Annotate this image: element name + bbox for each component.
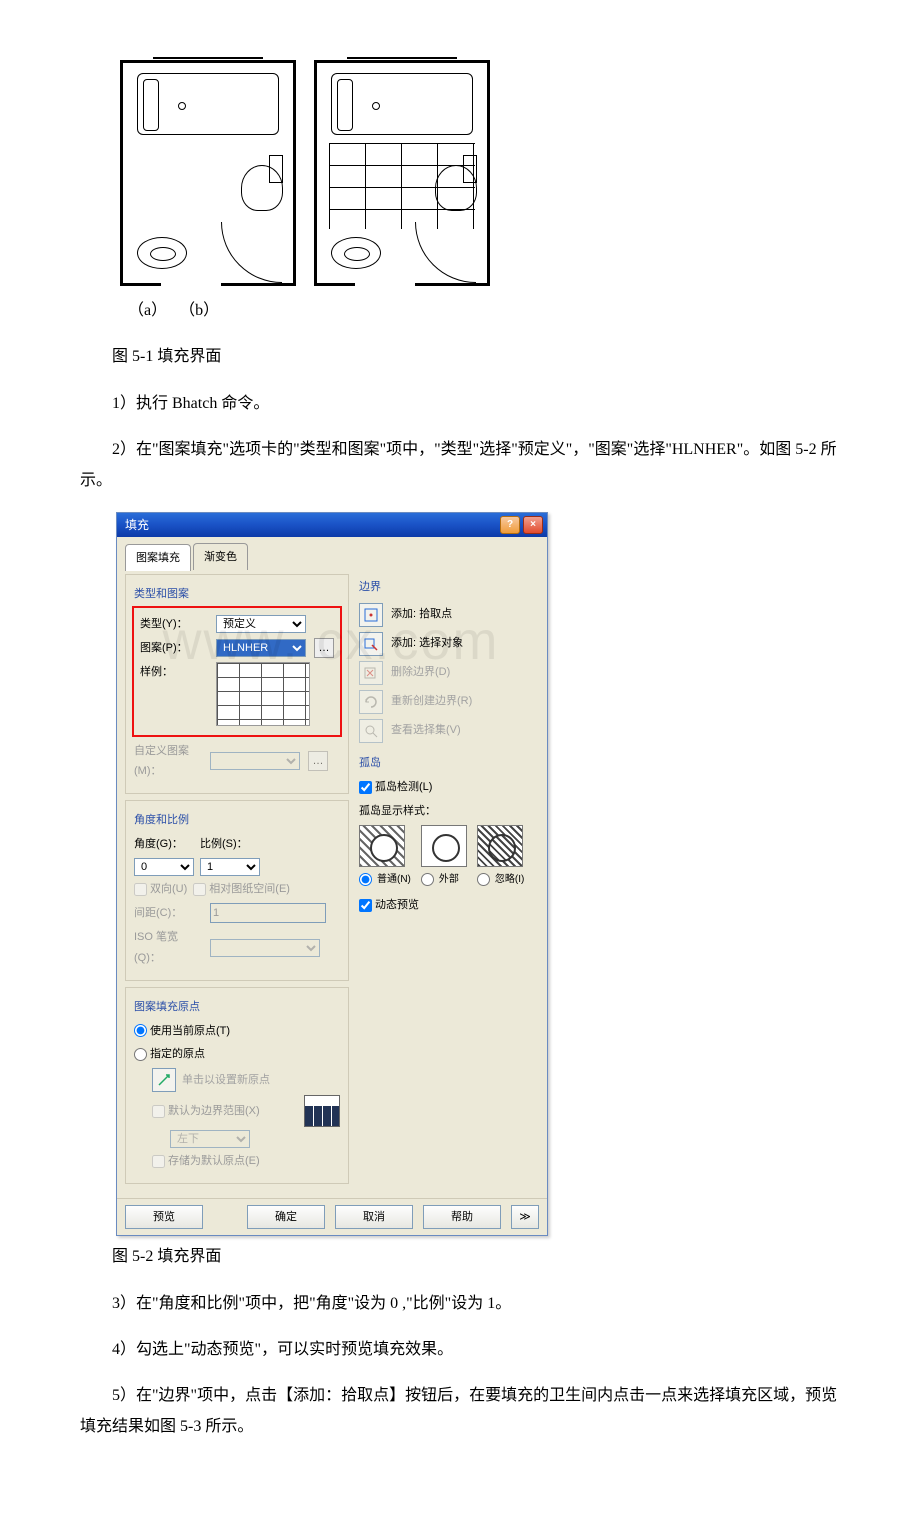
add-pickpoint-button[interactable] [359, 603, 383, 627]
add-select-button[interactable] [359, 632, 383, 656]
add-pickpoint-label: 添加: 拾取点 [391, 604, 452, 625]
dynamic-preview-checkbox[interactable]: 动态预览 [359, 895, 419, 916]
pattern-sample-swatch[interactable] [216, 662, 310, 726]
set-origin-label: 单击以设置新原点 [182, 1070, 270, 1091]
dynamic-preview-input[interactable] [359, 899, 372, 912]
paperspace-check-input [193, 883, 206, 896]
highlight-red-box: 类型(Y)： 预定义 图案(P)： HLNHER … [132, 606, 342, 737]
store-origin-input [152, 1155, 165, 1168]
step-1: 1）执行 Bhatch 命令。 [80, 389, 840, 419]
custom-pattern-select [210, 752, 300, 770]
boundary-title: 边界 [359, 577, 539, 598]
figure-5-1-images [120, 60, 840, 286]
remove-boundary-button [359, 661, 383, 685]
iso-width-select [210, 939, 320, 957]
pattern-label: 图案(P)： [140, 638, 210, 659]
floorplan-a [120, 60, 296, 286]
group-type-title: 类型和图案 [134, 584, 340, 605]
group-hatch-origin: 图案填充原点 使用当前原点(T) 指定的原点 [125, 987, 349, 1185]
group-angle-title: 角度和比例 [134, 810, 340, 831]
view-selection-label: 查看选择集(V) [391, 720, 461, 741]
recreate-boundary-button [359, 690, 383, 714]
type-select[interactable]: 预定义 [216, 615, 306, 633]
angle-label: 角度(G)： [134, 834, 194, 855]
custom-browse-button: … [308, 751, 328, 771]
help-window-button[interactable]: ? [500, 516, 520, 534]
group-origin-title: 图案填充原点 [134, 997, 340, 1018]
tab-gradient[interactable]: 渐变色 [193, 543, 248, 570]
group-angle-scale: 角度和比例 角度(G)： 比例(S)： 0 1 [125, 800, 349, 980]
step-3: 3）在"角度和比例"项中，把"角度"设为 0 ,"比例"设为 1。 [80, 1289, 840, 1319]
island-ignore-option[interactable]: 忽略(I) [477, 825, 524, 889]
step-2: 2）在"图案填充"选项卡的"类型和图案"项中，"类型"选择"预定义"，"图案"选… [80, 435, 840, 496]
caption-5-1: 图 5-1 填充界面 [80, 342, 840, 372]
island-normal-option[interactable]: 普通(N) [359, 825, 411, 889]
left-column: 类型和图案 类型(Y)： 预定义 图案(P)： [125, 574, 349, 1190]
label-a: （a） [128, 302, 167, 319]
add-select-label: 添加: 选择对象 [391, 633, 463, 654]
hatch-dialog: 填充 ? × 图案填充 渐变色 类型和图案 类型(Y)： [116, 512, 548, 1236]
default-extent-input [152, 1105, 165, 1118]
help-button[interactable]: 帮助 [423, 1205, 501, 1229]
island-detect-input[interactable] [359, 781, 372, 794]
close-window-button[interactable]: × [523, 516, 543, 534]
double-check-input [134, 883, 147, 896]
island-ignore-radio[interactable] [477, 873, 490, 886]
origin-current-radio[interactable]: 使用当前原点(T) [134, 1021, 230, 1042]
recreate-boundary-label: 重新创建边界(R) [391, 691, 472, 712]
dialog-figure-wrap: www. cx.com 填充 ? × 图案填充 渐变色 类型和图案 [116, 512, 546, 1236]
step-4: 4）勾选上"动态预览"，可以实时预览填充效果。 [80, 1335, 840, 1365]
step-5: 5）在"边界"项中，点击【添加：拾取点】按钮后，在要填充的卫生间内点击一点来选择… [80, 1381, 840, 1442]
cancel-button[interactable]: 取消 [335, 1205, 413, 1229]
set-origin-icon-button[interactable] [152, 1068, 176, 1092]
scale-label: 比例(S)： [200, 834, 260, 855]
paperspace-checkbox: 相对图纸空间(E) [193, 879, 290, 900]
default-extent-checkbox: 默认为边界范围(X) [152, 1101, 260, 1122]
scale-select[interactable]: 1 [200, 858, 260, 876]
group-type-pattern: 类型和图案 类型(Y)： 预定义 图案(P)： [125, 574, 349, 794]
dialog-title: 填充 [125, 514, 149, 537]
spacing-label: 间距(C)： [134, 903, 204, 924]
dialog-body: 图案填充 渐变色 类型和图案 类型(Y)： 预定义 [117, 537, 547, 1198]
dialog-button-row: 预览 确定 取消 帮助 ≫ [117, 1198, 547, 1235]
more-options-button[interactable]: ≫ [511, 1205, 539, 1229]
dialog-tabs: 图案填充 渐变色 [125, 543, 539, 570]
angle-select[interactable]: 0 [134, 858, 194, 876]
floorplan-b [314, 60, 490, 286]
preview-button[interactable]: 预览 [125, 1205, 203, 1229]
dialog-titlebar: 填充 ? × [117, 513, 547, 537]
custom-pattern-label: 自定义图案(M)： [134, 741, 204, 783]
pattern-browse-button[interactable]: … [314, 638, 334, 658]
island-title: 孤岛 [359, 753, 539, 774]
origin-current-input[interactable] [134, 1024, 147, 1037]
figure-a-b-labels: （a） （b） [80, 296, 840, 326]
island-outer-radio[interactable] [421, 873, 434, 886]
sample-label: 样例： [140, 662, 210, 683]
origin-swatch-icon [304, 1095, 340, 1127]
caption-5-2: 图 5-2 填充界面 [80, 1242, 840, 1272]
island-detect-checkbox[interactable]: 孤岛检测(L) [359, 777, 432, 798]
label-b: （b） [179, 302, 219, 319]
origin-specified-input[interactable] [134, 1048, 147, 1061]
island-style-label: 孤岛显示样式： [359, 801, 539, 822]
store-origin-checkbox: 存储为默认原点(E) [152, 1151, 260, 1172]
island-outer-option[interactable]: 外部 [421, 825, 467, 889]
view-selection-button [359, 719, 383, 743]
right-column: 边界 添加: 拾取点 添加: 选择对象 [359, 574, 539, 1190]
spacing-input [210, 903, 326, 923]
iso-width-label: ISO 笔宽(Q)： [134, 927, 204, 969]
type-label: 类型(Y)： [140, 614, 210, 635]
double-checkbox: 双向(U) [134, 879, 187, 900]
origin-pos-select: 左下 [170, 1130, 250, 1148]
tab-hatch[interactable]: 图案填充 [125, 544, 191, 571]
ok-button[interactable]: 确定 [247, 1205, 325, 1229]
origin-specified-radio[interactable]: 指定的原点 [134, 1044, 205, 1065]
island-style-options: 普通(N) 外部 忽略(I) [359, 825, 539, 889]
island-normal-radio[interactable] [359, 873, 372, 886]
pattern-select[interactable]: HLNHER [216, 639, 306, 657]
remove-boundary-label: 删除边界(D) [391, 662, 450, 683]
